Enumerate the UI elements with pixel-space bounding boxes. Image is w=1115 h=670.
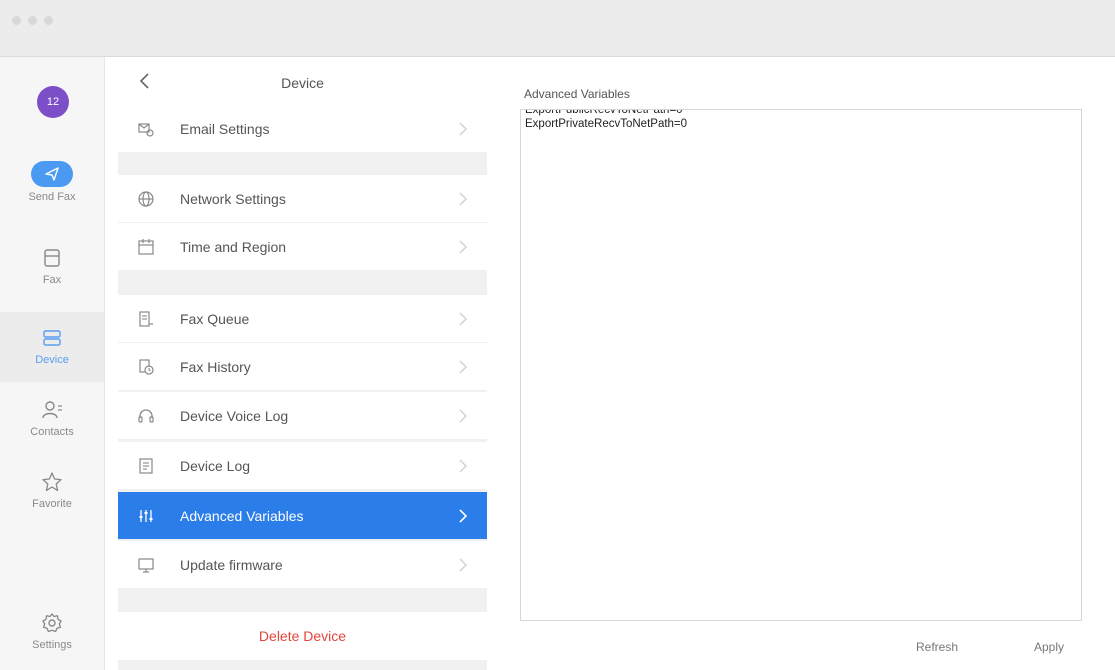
- chevron-right-icon: [451, 508, 475, 523]
- menu-item-label: Advanced Variables: [180, 507, 304, 524]
- menu-item-label: Device Log: [180, 457, 251, 474]
- nav-item-label: Settings: [32, 639, 72, 651]
- menu-item-label: Fax Queue: [180, 310, 250, 327]
- menu-item-time-and-region[interactable]: Time and Region: [118, 223, 487, 271]
- chevron-right-icon: [451, 558, 475, 572]
- menu-item-fax-history[interactable]: Fax History: [118, 343, 487, 391]
- menu-item-device-voice-log[interactable]: Device Voice Log: [118, 392, 487, 440]
- chevron-right-icon: [451, 409, 475, 423]
- nav-item-fax[interactable]: Fax: [0, 247, 104, 286]
- delete-device-label: Delete Device: [258, 628, 347, 644]
- favorite-icon: [41, 472, 63, 497]
- contacts-icon: [41, 401, 63, 425]
- device-settings-menu: Device Email Settings Network Settings T…: [118, 57, 487, 670]
- fax-queue-icon: [134, 307, 158, 331]
- chevron-right-icon: [451, 459, 475, 473]
- avatar[interactable]: 12: [37, 86, 69, 118]
- section-label: Advanced Variables: [524, 87, 630, 101]
- variables-textarea[interactable]: ExportPublicRecvToNetPath=0 ExportPrivat…: [525, 110, 1075, 132]
- menu-item-fax-queue[interactable]: Fax Queue: [118, 295, 487, 343]
- menu-item-email-settings[interactable]: Email Settings: [118, 105, 487, 153]
- chevron-right-icon: [451, 240, 475, 254]
- menu-item-label: Email Settings: [180, 120, 270, 137]
- menu-item-label: Fax History: [180, 358, 251, 375]
- nav-item-send-fax[interactable]: Send Fax: [0, 161, 104, 203]
- nav-item-label: Device: [35, 354, 69, 366]
- nav-item-label: Contacts: [30, 426, 74, 438]
- nav-rail: 12 Send Fax Fax Device Contacts Favorite: [0, 57, 105, 670]
- menu-item-label: Network Settings: [180, 190, 286, 207]
- menu-item-label: Time and Region: [180, 238, 287, 255]
- delete-device-button[interactable]: Delete Device: [118, 612, 487, 660]
- globe-icon: [134, 187, 158, 211]
- chevron-right-icon: [451, 312, 475, 326]
- page-title: Device: [281, 75, 324, 91]
- settings-icon: [41, 613, 63, 638]
- log-icon: [134, 454, 158, 478]
- send-fax-icon: [31, 161, 73, 187]
- chevron-right-icon: [451, 192, 475, 206]
- fax-history-icon: [134, 355, 158, 379]
- nav-item-label: Favorite: [32, 498, 72, 510]
- email-settings-icon: [134, 117, 158, 141]
- close-window-button[interactable]: [12, 16, 21, 25]
- chevron-right-icon: [451, 360, 475, 374]
- nav-item-favorite[interactable]: Favorite: [0, 471, 104, 510]
- nav-item-label: Fax: [42, 274, 62, 286]
- chevron-right-icon: [451, 122, 475, 136]
- nav-item-device[interactable]: Device: [0, 327, 104, 366]
- refresh-button[interactable]: Refresh: [916, 640, 958, 654]
- device-icon: [41, 330, 63, 353]
- menu-item-label: Device Voice Log: [180, 407, 289, 424]
- nav-item-label: Send Fax: [28, 191, 76, 203]
- calendar-icon: [134, 235, 158, 259]
- firmware-icon: [134, 553, 158, 577]
- menu-item-device-log[interactable]: Device Log: [118, 442, 487, 490]
- zoom-window-button[interactable]: [44, 16, 53, 25]
- advanced-variables-panel: Advanced Variables ExportPublicRecvToNet…: [502, 57, 1115, 670]
- apply-button[interactable]: Apply: [1034, 640, 1064, 654]
- window-titlebar: [0, 0, 1115, 57]
- menu-item-update-firmware[interactable]: Update firmware: [118, 541, 487, 589]
- nav-item-settings[interactable]: Settings: [0, 612, 104, 651]
- menu-item-label: Update firmware: [180, 556, 283, 573]
- headset-icon: [134, 404, 158, 428]
- menu-item-advanced-variables[interactable]: Advanced Variables: [118, 492, 487, 540]
- nav-item-contacts[interactable]: Contacts: [0, 399, 104, 438]
- variables-editor[interactable]: ExportPublicRecvToNetPath=0 ExportPrivat…: [520, 109, 1082, 621]
- minimize-window-button[interactable]: [28, 16, 37, 25]
- fax-icon: [41, 249, 63, 273]
- menu-header: Device: [118, 57, 487, 105]
- menu-item-network-settings[interactable]: Network Settings: [118, 175, 487, 223]
- sliders-icon: [134, 504, 158, 528]
